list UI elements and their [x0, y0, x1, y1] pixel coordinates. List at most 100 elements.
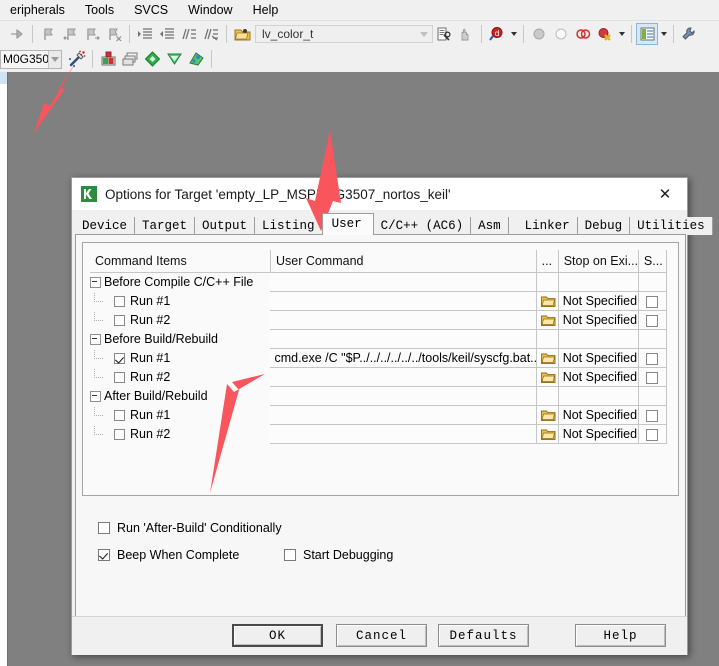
tree-cell-item[interactable]: Run #1 [90, 291, 270, 311]
target-combo[interactable]: M0G3507_ [0, 49, 62, 69]
tab-user[interactable]: User [321, 213, 374, 235]
tab-cpp[interactable]: C/C++ (AC6) [373, 217, 472, 235]
tree-cell-item[interactable]: Run #1 [90, 405, 270, 425]
row-enable-checkbox[interactable] [114, 314, 125, 326]
target-combo-caret-icon[interactable] [47, 50, 61, 68]
cell-stop-on-exit[interactable]: Not Specified [558, 424, 639, 444]
cell-s[interactable] [638, 386, 668, 406]
run-after-build-conditionally-row[interactable]: Run 'After-Build' Conditionally [98, 521, 282, 535]
bookmark-clear-icon[interactable] [103, 23, 125, 45]
open-folder-icon[interactable] [231, 23, 253, 45]
tree-cell-item[interactable]: Run #2 [90, 310, 270, 330]
start-debugging-row[interactable]: Start Debugging [284, 548, 393, 562]
open-folder-icon[interactable] [540, 428, 556, 441]
find-in-files-icon[interactable] [433, 23, 455, 45]
manage-windows-icon[interactable] [636, 23, 658, 45]
defaults-button[interactable]: Defaults [438, 624, 529, 647]
row-enable-checkbox[interactable] [114, 371, 125, 383]
cell-stop-on-exit[interactable]: Not Specified [558, 310, 639, 330]
bookmark-next-icon[interactable] [81, 23, 103, 45]
open-folder-icon[interactable] [540, 371, 556, 384]
target-options-icon[interactable] [97, 48, 119, 70]
cell-s[interactable] [638, 348, 668, 368]
cell-browse[interactable] [536, 367, 559, 387]
tab-output[interactable]: Output [195, 217, 256, 235]
table-row[interactable]: Before Build/Rebuild [90, 329, 668, 349]
cell-user-command[interactable] [270, 367, 537, 387]
menu-item-help[interactable]: Help [243, 1, 289, 19]
open-folder-icon[interactable] [540, 314, 556, 327]
cell-s[interactable] [638, 424, 668, 444]
close-icon[interactable]: ✕ [643, 179, 687, 210]
tab-asm[interactable]: Asm [471, 217, 509, 235]
cell-stop-on-exit[interactable]: Not Specified [558, 291, 639, 311]
table-row[interactable]: Run #1 Not Specified [90, 291, 668, 311]
find-dropdown-caret-icon[interactable] [508, 23, 519, 45]
col-header-stop-on-exit[interactable]: Stop on Exi... [558, 250, 639, 273]
file-combo[interactable]: lv_color_t [255, 25, 433, 43]
breakpoint-disable-icon[interactable] [550, 23, 572, 45]
row-enable-checkbox[interactable] [114, 409, 125, 421]
cell-browse[interactable] [536, 348, 559, 368]
breakpoint-toggle-icon[interactable] [572, 23, 594, 45]
table-row[interactable]: Run #1 Not Specified [90, 405, 668, 425]
cell-s[interactable] [638, 367, 668, 387]
tree-cell-item[interactable]: Run #2 [90, 367, 270, 387]
tab-target[interactable]: Target [135, 217, 196, 235]
pack-installer-icon[interactable] [185, 48, 207, 70]
open-folder-icon[interactable] [540, 352, 556, 365]
configure-icon[interactable] [678, 23, 700, 45]
tab-utilities[interactable]: Utilities [630, 217, 713, 235]
cell-s[interactable] [638, 310, 668, 330]
cell-browse[interactable] [536, 310, 559, 330]
stop-checkbox[interactable] [646, 371, 659, 384]
beep-when-complete-checkbox[interactable] [98, 549, 110, 561]
bookmark-icon[interactable] [37, 23, 59, 45]
cell-user-command[interactable] [270, 291, 537, 311]
menu-item-window[interactable]: Window [178, 1, 242, 19]
cell-browse[interactable] [536, 291, 559, 311]
col-header-s[interactable]: S... [638, 250, 668, 273]
menu-item-svcs[interactable]: SVCS [124, 1, 178, 19]
cell-browse[interactable] [536, 424, 559, 444]
tab-linker[interactable]: Linker [517, 217, 578, 235]
uncomment-icon[interactable] [200, 23, 222, 45]
tree-cell-group[interactable]: Before Build/Rebuild [90, 330, 270, 349]
run-after-build-conditionally-checkbox[interactable] [98, 522, 110, 534]
cell-user-command[interactable]: cmd.exe /C "$P../../../../../../tools/ke… [270, 348, 537, 368]
cell-stop-on-exit[interactable]: Not Specified [558, 405, 639, 425]
cell-user-command[interactable] [270, 424, 537, 444]
comment-icon[interactable] [178, 23, 200, 45]
manage-project-icon[interactable] [141, 48, 163, 70]
tab-device[interactable]: Device [75, 217, 136, 235]
stop-checkbox[interactable] [646, 352, 659, 365]
outdent-icon[interactable] [156, 23, 178, 45]
menu-item-tools[interactable]: Tools [75, 1, 124, 19]
cell-browse[interactable] [536, 272, 559, 292]
start-debugging-checkbox[interactable] [284, 549, 296, 561]
indent-icon[interactable] [134, 23, 156, 45]
menu-item-peripherals[interactable]: eripherals [0, 1, 75, 19]
help-button[interactable]: Help [575, 624, 666, 647]
manage-windows-caret-icon[interactable] [658, 23, 669, 45]
col-header-command-items[interactable]: Command Items [90, 250, 271, 273]
tab-listing[interactable]: Listing [255, 217, 323, 235]
project-panel-tab[interactable] [0, 72, 7, 84]
find-icon[interactable]: d [486, 23, 508, 45]
stop-checkbox[interactable] [646, 409, 659, 422]
breakpoint-dropdown-caret-icon[interactable] [616, 23, 627, 45]
chevron-down-icon[interactable] [420, 31, 428, 37]
tree-cell-item[interactable]: Run #1 [90, 348, 270, 368]
tab-debug[interactable]: Debug [577, 217, 631, 235]
cell-stop-on-exit[interactable]: Not Specified [558, 348, 639, 368]
stop-checkbox[interactable] [646, 428, 659, 441]
stop-checkbox[interactable] [646, 295, 659, 308]
table-row[interactable]: Run #2 Not Specified [90, 367, 668, 387]
open-folder-icon[interactable] [540, 295, 556, 308]
col-header-dots[interactable]: ... [536, 250, 559, 273]
cell-user-command[interactable] [270, 310, 537, 330]
manage-multi-icon[interactable] [163, 48, 185, 70]
cell-browse[interactable] [536, 386, 559, 406]
table-row[interactable]: After Build/Rebuild [90, 386, 668, 406]
cell-stop-on-exit[interactable] [558, 272, 639, 292]
